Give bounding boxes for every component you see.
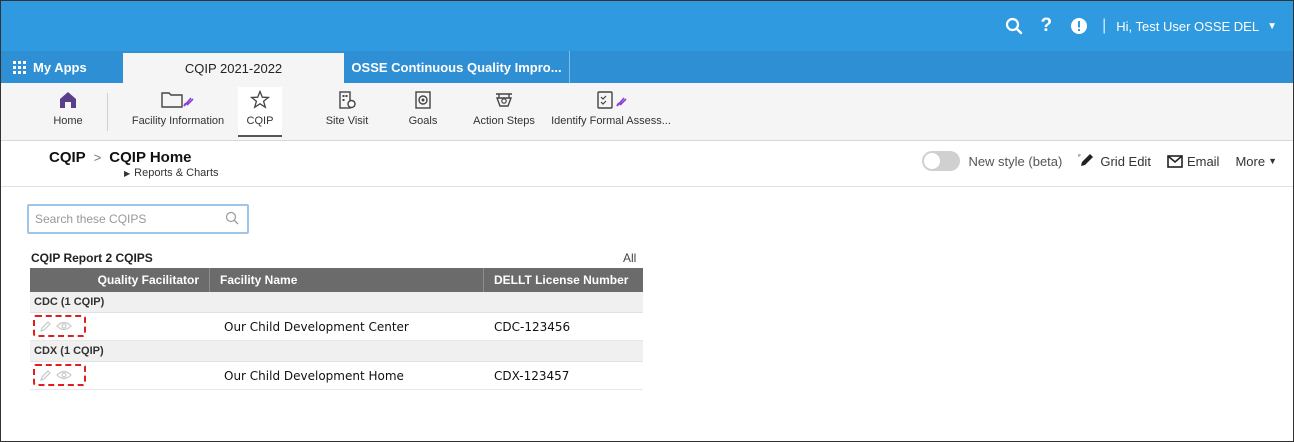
all-link[interactable]: All [623,251,636,265]
new-style-label: New style (beta) [968,153,1063,169]
user-menu[interactable]: Hi, Test User OSSE DEL [1116,19,1259,34]
row-actions [33,314,86,337]
nav-strip: Home Facility Information CQIP Site Visi… [1,83,1293,141]
chevron-right-icon: > [93,150,102,165]
search-input[interactable] [29,206,209,232]
tab-cqip-2021-2022[interactable]: CQIP 2021-2022 [123,53,344,83]
group-header: CDX (1 CQIP) [30,341,643,362]
grid-edit-button[interactable]: Grid Edit [1078,153,1151,169]
nav-label: Action Steps [473,115,535,127]
table-row[interactable]: Our Child Development Home CDX-123457 [30,362,643,390]
facility-name-cell: Our Child Development Home [224,368,404,383]
row-actions [33,363,86,386]
nav-item-site-visit[interactable]: Site Visit [321,89,373,135]
group-header: CDC (1 CQIP) [30,292,643,313]
tab-osse-continuous-quality[interactable]: OSSE Continuous Quality Impro... [344,51,570,83]
grid-edit-label: Grid Edit [1100,153,1151,169]
nav-item-identify-formal-assess[interactable]: Identify Formal Assess... [547,89,675,135]
nav-label: Site Visit [325,115,369,127]
envelope-icon [1167,154,1183,168]
star-icon [250,89,270,111]
nav-item-action-steps[interactable]: Action Steps [471,89,537,135]
top-bar: ? | Hi, Test User OSSE DEL ▼ [1,1,1293,51]
column-header-facility-name[interactable]: Facility Name [210,268,484,292]
new-style-toggle[interactable] [922,151,961,171]
home-icon [58,89,78,111]
help-icon[interactable]: ? [1041,15,1053,37]
facility-name-cell: Our Child Development Center [224,319,409,334]
search-icon[interactable] [1005,17,1023,35]
page-header: CQIP > CQIP Home ▶ Reports & Charts New … [1,141,1293,187]
chevron-down-icon[interactable]: ▼ [1267,21,1277,32]
page-title: CQIP Home [109,149,192,166]
chevron-down-icon: ▼ [1268,156,1277,166]
nav-item-facility-information[interactable]: Facility Information [125,89,231,135]
email-label: Email [1186,153,1220,169]
my-apps-button[interactable]: My Apps [1,51,123,83]
nav-item-cqip[interactable]: CQIP [238,87,282,137]
nav-item-goals[interactable]: Goals [403,89,443,135]
building-icon [337,89,357,111]
pencil-icon[interactable] [40,369,52,381]
nav-label: Identify Formal Assess... [551,115,671,127]
breadcrumb: CQIP > CQIP Home [49,149,192,166]
tab-bar: My Apps CQIP 2021-2022 OSSE Continuous Q… [1,51,1293,83]
column-header-license-number[interactable]: DELLT License Number [484,268,643,292]
divider [107,93,108,131]
reports-charts-toggle[interactable]: ▶ Reports & Charts [124,167,219,179]
pencil-icon[interactable] [40,320,52,332]
pencil-icon [1078,154,1094,166]
eye-icon[interactable] [56,369,72,381]
search-box [27,204,249,234]
more-label: More [1235,153,1266,169]
table-header: Quality Facilitator Facility Name DELLT … [30,268,643,292]
alert-icon[interactable] [1070,17,1088,35]
report-title: CQIP Report 2 CQIPS [31,251,153,265]
report-table: Quality Facilitator Facility Name DELLT … [30,268,643,390]
breadcrumb-root[interactable]: CQIP [49,149,86,166]
nav-label: Goals [408,115,438,127]
nav-label: Facility Information [131,115,225,127]
header-actions: New style (beta) Grid Edit Email More ▼ [922,151,1277,171]
clipboard-icon [591,89,631,111]
more-menu-button[interactable]: More ▼ [1235,154,1277,169]
license-number-cell: CDX-123457 [494,368,570,383]
row-actions-cell [30,313,224,341]
folder-icon [160,89,196,111]
divider: | [1102,17,1107,34]
email-button[interactable]: Email [1167,153,1220,169]
steps-icon [493,89,515,111]
column-header-quality-facilitator[interactable]: Quality Facilitator [30,268,210,292]
target-icon [413,89,433,111]
nav-item-home[interactable]: Home [43,89,93,135]
eye-icon[interactable] [56,320,72,332]
search-icon[interactable] [225,211,239,230]
triangle-right-icon: ▶ [124,168,131,178]
app-window: ? | Hi, Test User OSSE DEL ▼ My Apps CQI… [0,0,1294,442]
license-number-cell: CDC-123456 [494,319,571,334]
apps-grid-icon [13,60,26,74]
nav-label: Home [53,115,83,127]
row-actions-cell [30,362,224,390]
reports-charts-label: Reports & Charts [134,167,219,179]
nav-label: CQIP [246,115,274,127]
my-apps-label: My Apps [33,59,87,75]
table-row[interactable]: Our Child Development Center CDC-123456 [30,313,643,341]
